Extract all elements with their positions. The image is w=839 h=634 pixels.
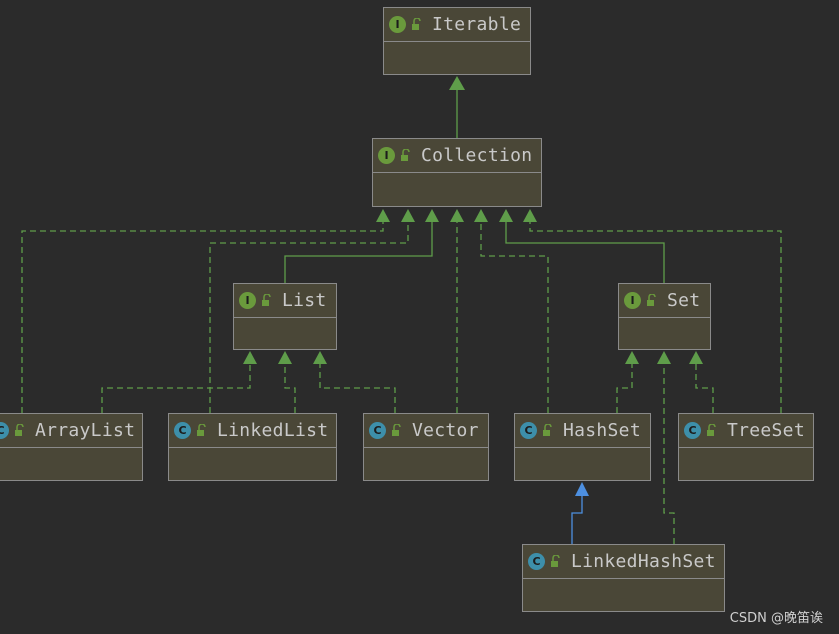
inheritance-edges (21, 76, 782, 544)
edge-list-collection (284, 221, 433, 283)
edge-linkedhashset-hashset (571, 495, 583, 544)
arrowhead-collection-3 (425, 209, 439, 222)
node-hashset-header: C HashSet (515, 414, 650, 448)
node-vector-header: C Vector (364, 414, 488, 448)
edge-treeset-set (695, 363, 714, 413)
node-label: TreeSet (727, 420, 805, 441)
edge-arraylist-list (101, 363, 251, 413)
node-set[interactable]: I Set (618, 283, 711, 350)
node-linkedhashset[interactable]: C LinkedHashSet (522, 544, 725, 612)
node-collection[interactable]: I Collection (372, 138, 542, 207)
edge-linkedlist-list (284, 363, 296, 413)
interface-icon: I (239, 292, 256, 309)
unlock-icon (412, 18, 421, 30)
node-linkedhashset-header: C LinkedHashSet (523, 545, 724, 579)
node-label: List (282, 290, 327, 311)
class-icon: C (528, 553, 545, 570)
arrowhead-collection-6 (499, 209, 513, 222)
edge-hashset-set (616, 363, 633, 413)
arrowhead-collection-7 (523, 209, 537, 222)
class-icon: C (684, 422, 701, 439)
node-arraylist[interactable]: C ArrayList (0, 413, 143, 481)
unlock-icon (543, 424, 552, 436)
unlock-icon (392, 424, 401, 436)
node-label: HashSet (563, 420, 641, 441)
node-set-header: I Set (619, 284, 710, 318)
node-label: Set (667, 290, 701, 311)
node-label: Collection (421, 145, 533, 166)
arrowhead-hashset (575, 482, 589, 496)
unlock-icon (262, 294, 271, 306)
node-vector[interactable]: C Vector (363, 413, 489, 481)
node-linkedlist[interactable]: C LinkedList (168, 413, 337, 481)
interface-icon: I (624, 292, 641, 309)
unlock-icon (15, 424, 24, 436)
arrowhead-collection-2 (401, 209, 415, 222)
node-arraylist-header: C ArrayList (0, 414, 142, 448)
arrowhead-collection-5 (474, 209, 488, 222)
arrowhead-iterable (449, 76, 465, 90)
interface-icon: I (389, 16, 406, 33)
node-label: LinkedList (217, 420, 329, 441)
unlock-icon (647, 294, 656, 306)
node-label: Vector (412, 420, 479, 441)
node-iterable-header: I Iterable (384, 8, 530, 42)
edge-linkedhashset-set (663, 363, 675, 544)
node-hashset[interactable]: C HashSet (514, 413, 651, 481)
edge-vector-list (319, 363, 396, 413)
arrowhead-set-1 (625, 351, 639, 364)
arrowhead-collection-4 (450, 209, 464, 222)
arrowhead-collection-1 (376, 209, 390, 222)
class-icon: C (369, 422, 386, 439)
node-list-header: I List (234, 284, 336, 318)
class-icon: C (520, 422, 537, 439)
node-label: ArrayList (35, 420, 136, 441)
node-list[interactable]: I List (233, 283, 337, 350)
unlock-icon (197, 424, 206, 436)
arrowhead-set-3 (689, 351, 703, 364)
unlock-icon (551, 555, 560, 567)
unlock-icon (707, 424, 716, 436)
unlock-icon (401, 149, 410, 161)
edge-hashset-collection (480, 221, 549, 413)
class-icon: C (174, 422, 191, 439)
arrowhead-list-2 (278, 351, 292, 364)
node-label: LinkedHashSet (571, 551, 716, 572)
node-label: Iterable (432, 14, 522, 35)
arrowhead-set-2 (657, 351, 671, 364)
watermark: CSDN @晚笛诶 (729, 611, 823, 626)
arrowhead-list-1 (243, 351, 257, 364)
node-linkedlist-header: C LinkedList (169, 414, 336, 448)
arrowhead-list-3 (313, 351, 327, 364)
interface-icon: I (378, 147, 395, 164)
class-icon: C (0, 422, 9, 439)
node-treeset[interactable]: C TreeSet (678, 413, 814, 481)
node-iterable[interactable]: I Iterable (383, 7, 531, 75)
node-collection-header: I Collection (373, 139, 541, 173)
node-treeset-header: C TreeSet (679, 414, 813, 448)
